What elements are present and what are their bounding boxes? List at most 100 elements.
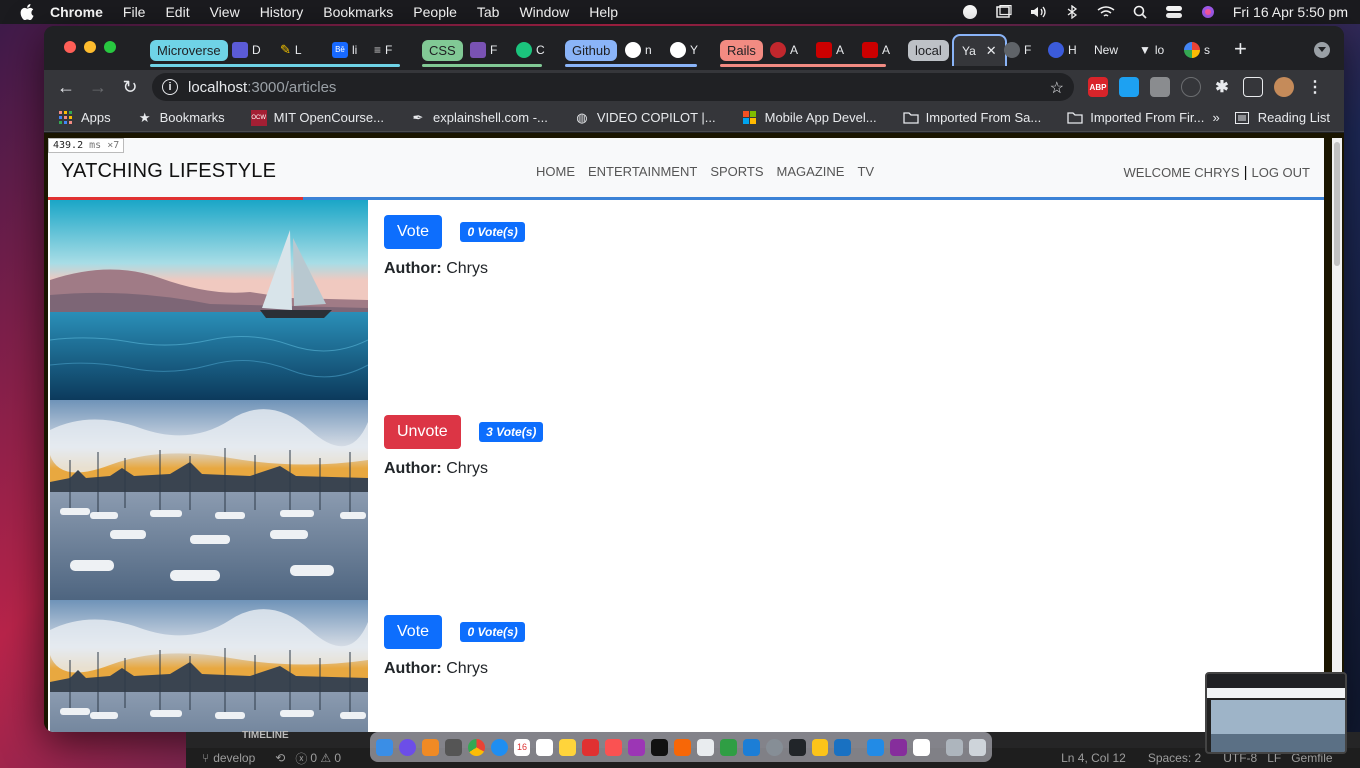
menu-people[interactable]: People [413,4,457,20]
maximize-window-button[interactable] [104,41,116,53]
tab-group-label[interactable]: Microverse [150,39,228,61]
tab-group-label[interactable]: local [908,39,949,61]
nav-magazine[interactable]: MAGAZINE [777,164,845,179]
vscode-icon[interactable] [834,738,852,756]
indentation[interactable]: Spaces: 2 [1148,751,1201,765]
screen-recorder-icon[interactable] [890,738,908,756]
mission-control-icon[interactable] [444,738,462,756]
ide-timeline-label[interactable]: TIMELINE [242,730,289,741]
menu-bookmarks[interactable]: Bookmarks [323,4,393,20]
forward-arrow-icon[interactable]: → [88,77,108,97]
reading-list-button[interactable]: Reading List [1234,110,1330,126]
spotlight-search-icon[interactable] [1131,5,1149,19]
tab-active-articles[interactable]: Ya ✕ [952,34,1007,66]
finder-icon[interactable] [376,738,393,756]
nav-home[interactable]: HOME [536,164,575,179]
screenshot-preview-thumbnail[interactable] [1205,672,1347,754]
notes-icon[interactable] [559,738,577,756]
system-preferences-icon[interactable] [765,738,783,756]
minimize-window-button[interactable] [84,41,96,53]
bookmark-explainshell[interactable]: ✒ explainshell.com -... [410,110,548,126]
back-arrow-icon[interactable]: ← [56,77,76,97]
tab-other-2[interactable]: H [1048,38,1077,62]
tab-group-github[interactable]: Github [565,38,618,62]
tab-group-microverse[interactable]: Microverse [150,38,228,62]
wifi-icon[interactable] [1097,5,1115,19]
tab-google[interactable]: s [1184,38,1210,62]
sync-icon[interactable]: ⟲ [275,751,285,765]
pages-icon[interactable] [696,738,714,756]
menu-window[interactable]: Window [519,4,569,20]
launchpad-icon[interactable] [421,738,439,756]
numbers-icon[interactable] [719,738,737,756]
bookmark-videocopilot[interactable]: ◍ VIDEO COPILOT |... [574,110,715,126]
bookmark-mobile-app[interactable]: Mobile App Devel... [742,110,877,126]
apple-tv-icon[interactable] [651,738,668,756]
nav-entertainment[interactable]: ENTERTAINMENT [588,164,697,179]
downloads-stack-icon[interactable] [946,738,964,756]
tab-rails-3[interactable]: A [862,38,890,62]
news-icon[interactable] [582,738,600,756]
bookmark-mit[interactable]: OCW MIT OpenCourse... [250,109,384,126]
safari-icon[interactable] [490,738,508,756]
menu-view[interactable]: View [210,4,240,20]
extensions-puzzle-icon[interactable]: ✱ [1212,77,1232,97]
calendar-icon[interactable]: 16 [513,738,531,756]
tab-group-label[interactable]: CSS [422,39,463,61]
apple-icon[interactable] [20,4,36,20]
menu-edit[interactable]: Edit [165,4,189,20]
logout-link[interactable]: LOG OUT [1251,165,1310,180]
tab-css-2[interactable]: C [516,38,545,62]
nav-sports[interactable]: SPORTS [710,164,763,179]
welcome-user[interactable]: WELCOME CHRYS [1124,165,1240,180]
git-branch[interactable]: develop [213,751,255,765]
menu-app-chrome[interactable]: Chrome [50,4,103,20]
new-tab-button[interactable]: + [1234,38,1247,60]
chrome-dock-icon[interactable] [467,738,485,756]
reminders-icon[interactable] [536,738,554,756]
cursor-position[interactable]: Ln 4, Col 12 [1061,751,1126,765]
tab-rails-1[interactable]: A [770,38,798,62]
menubar-clock[interactable]: Fri 16 Apr 5:50 pm [1233,4,1348,20]
bluetooth-icon[interactable] [1063,5,1081,19]
article-image-sailboat[interactable] [50,200,368,400]
tab-group-label[interactable]: Github [565,39,618,61]
problems-count[interactable]: 0 ⚠ 0 [310,751,341,765]
terminal-icon[interactable] [788,738,806,756]
bookmark-star-icon[interactable]: ☆ [1050,78,1064,98]
menu-file[interactable]: File [123,4,146,20]
tab-group-css[interactable]: CSS [422,38,463,62]
article-image-marina[interactable] [50,400,368,600]
bookmark-folder-safari[interactable]: Imported From Sa... [902,110,1041,126]
control-center-icon[interactable] [1165,5,1183,19]
bookmark-folder-firefox[interactable]: Imported From Fir... [1067,110,1204,126]
tab-group-label[interactable]: Rails [720,39,763,61]
unvote-button[interactable]: Unvote [384,415,461,449]
tab-group-local[interactable]: local [908,38,949,62]
window-switcher-icon[interactable] [995,5,1013,19]
scrollbar-thumb[interactable] [1334,142,1340,266]
vote-button[interactable]: Vote [384,215,443,249]
app-store-icon[interactable] [742,738,760,756]
tab-vercel[interactable]: ▼ lo [1139,38,1164,62]
tab-other-1[interactable]: F [1004,38,1031,62]
bookmark-apps[interactable]: Apps [58,110,111,126]
menu-help[interactable]: Help [589,4,618,20]
nav-tv[interactable]: TV [857,164,874,179]
trash-icon[interactable] [969,738,986,756]
music-icon[interactable] [605,738,623,756]
close-tab-icon[interactable]: ✕ [986,43,997,59]
tab-css-1[interactable]: F [470,38,497,62]
close-window-button[interactable] [64,41,76,53]
vote-button[interactable]: Vote [384,615,443,649]
slack-icon[interactable] [913,738,931,756]
podcasts-icon[interactable] [628,738,646,756]
tab-group-rails[interactable]: Rails [720,38,763,62]
article-image-marina[interactable] [50,600,368,732]
sync-disabled-icon[interactable] [1181,77,1201,97]
site-info-icon[interactable]: i [162,79,178,95]
reload-icon[interactable]: ↻ [120,77,140,97]
tab-github-1[interactable]: n [625,38,652,62]
tab-microverse-1[interactable]: D [232,38,261,62]
extension-gray-icon[interactable] [1150,77,1170,97]
